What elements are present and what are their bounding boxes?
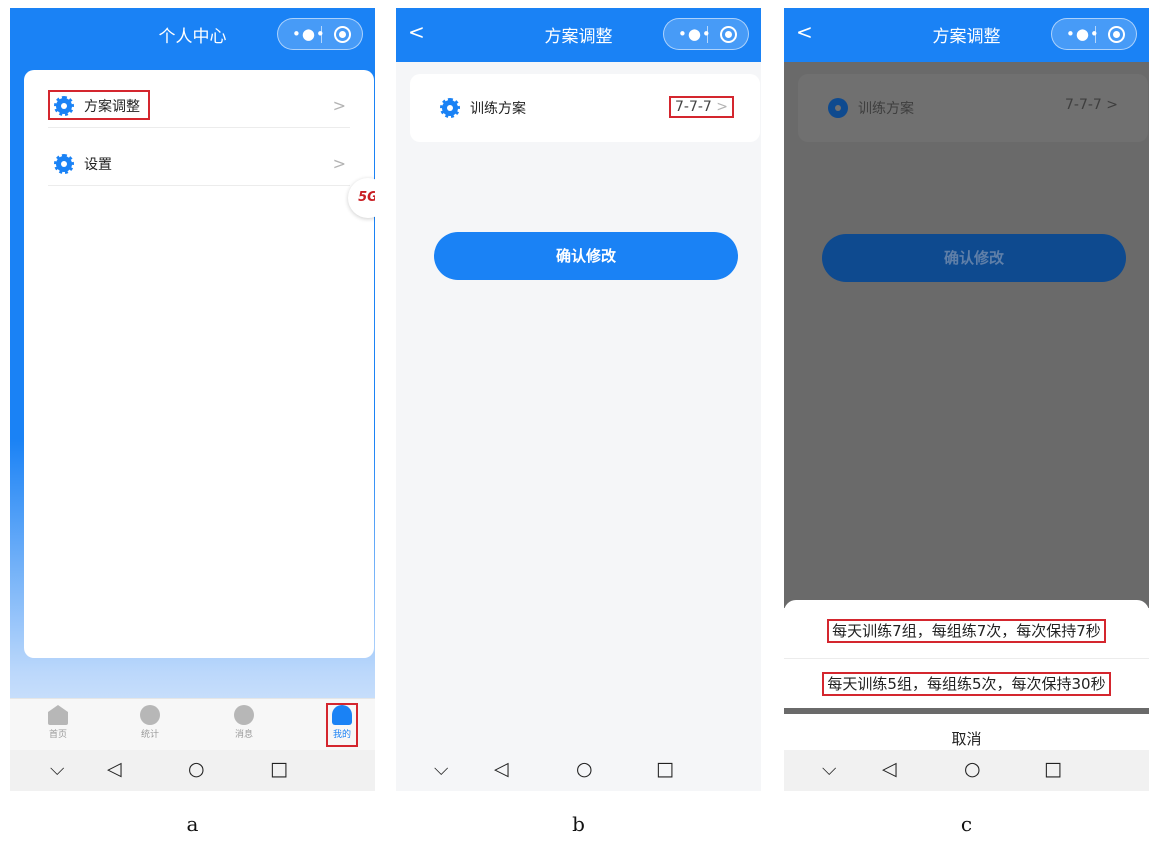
- tab-messages[interactable]: 消息: [222, 705, 266, 740]
- panel-c-plan-options: < 方案调整 •●• 训练方案 7-7-7 > 确认修改 每天训练7组，每组练7…: [784, 8, 1149, 791]
- system-nav-bar: ⌵ ◁ ○ □: [396, 750, 761, 791]
- recent-apps-icon[interactable]: □: [656, 758, 674, 780]
- panel-a-profile: 个人中心 •●• 方案调整 > 设置 > 5G 首页 统计: [10, 8, 375, 791]
- menu-item-settings[interactable]: 设置 >: [48, 128, 350, 186]
- confirm-button[interactable]: 确认修改: [434, 232, 738, 280]
- tab-me[interactable]: 我的: [320, 703, 364, 747]
- tab-label: 首页: [48, 730, 67, 740]
- dim-overlay[interactable]: 训练方案 7-7-7 > 确认修改: [784, 62, 1149, 608]
- tab-label: 消息: [234, 730, 253, 740]
- back-icon[interactable]: ◁: [882, 758, 897, 780]
- option-label: 每天训练5组，每组练5次，每次保持30秒: [822, 672, 1111, 696]
- caption-b: b: [572, 812, 585, 836]
- plan-value-text: 7-7-7: [1064, 97, 1102, 113]
- system-nav-bar: ⌵ ◁ ○ □: [10, 750, 375, 791]
- recent-apps-icon[interactable]: □: [1044, 758, 1062, 780]
- tab-bar: 首页 统计 消息 我的: [10, 698, 375, 750]
- plan-row: 训练方案 7-7-7 >: [798, 74, 1148, 142]
- gear-icon: [54, 154, 74, 174]
- menu-card: 方案调整 > 设置 >: [24, 70, 374, 658]
- caption-a: a: [186, 812, 199, 836]
- gear-icon: [54, 96, 74, 116]
- plan-value[interactable]: 7-7-7 >: [668, 96, 734, 118]
- menu-item-plan-adjust[interactable]: 方案调整 >: [48, 70, 350, 128]
- plan-value: 7-7-7 >: [1061, 96, 1122, 114]
- plan-label: 训练方案: [470, 101, 526, 117]
- system-nav-bar: ⌵ ◁ ○ □: [784, 750, 1149, 791]
- target-icon[interactable]: [1108, 26, 1125, 43]
- tab-stats[interactable]: 统计: [128, 705, 172, 740]
- back-icon[interactable]: ◁: [107, 758, 122, 780]
- caption-c: c: [960, 812, 973, 836]
- option-7-7-7[interactable]: 每天训练7组，每组练7次，每次保持7秒: [784, 619, 1149, 643]
- capsule-menu[interactable]: •●•: [277, 18, 363, 50]
- top-bar: < 方案调整 •●•: [396, 8, 761, 62]
- option-5-5-30[interactable]: 每天训练5组，每组练5次，每次保持30秒: [784, 672, 1149, 696]
- gear-icon: [440, 98, 460, 118]
- plan-label: 训练方案: [858, 101, 914, 117]
- chevron-down-icon[interactable]: ⌵: [822, 758, 836, 780]
- action-sheet: 每天训练7组，每组练7次，每次保持7秒 每天训练5组，每组练5次，每次保持30秒…: [784, 600, 1149, 754]
- highlight-box: [326, 703, 358, 747]
- tab-home[interactable]: 首页: [36, 705, 80, 740]
- chevron-right-icon: >: [716, 99, 728, 115]
- capsule-divider: [1095, 26, 1096, 43]
- tab-label: 统计: [140, 730, 159, 740]
- capsule-divider: [321, 26, 322, 43]
- cancel-button[interactable]: 取消: [784, 728, 1149, 749]
- back-icon[interactable]: ◁: [494, 758, 509, 780]
- chevron-down-icon[interactable]: ⌵: [50, 758, 64, 780]
- recent-apps-icon[interactable]: □: [270, 758, 288, 780]
- home-circle-icon[interactable]: ○: [576, 758, 593, 780]
- message-icon: [234, 705, 254, 725]
- panel-b-plan-adjust: < 方案调整 •●• 训练方案 7-7-7 > 确认修改 ⌵ ◁ ○ □: [396, 8, 761, 791]
- home-circle-icon[interactable]: ○: [964, 758, 981, 780]
- capsule-menu[interactable]: •●•: [663, 18, 749, 50]
- menu-item-label: 方案调整: [84, 99, 140, 115]
- menu-item-label: 设置: [84, 157, 112, 173]
- divider: [784, 658, 1149, 659]
- home-icon: [48, 705, 68, 725]
- target-icon[interactable]: [720, 26, 737, 43]
- capsule-menu[interactable]: •●•: [1051, 18, 1137, 50]
- chevron-right-icon: >: [332, 154, 346, 173]
- pie-chart-icon: [140, 705, 160, 725]
- target-icon[interactable]: [334, 26, 351, 43]
- chevron-right-icon: >: [1106, 97, 1118, 113]
- gear-icon: [828, 98, 848, 118]
- top-bar: < 方案调整 •●•: [784, 8, 1149, 62]
- sheet-separator: [784, 708, 1149, 714]
- chevron-down-icon[interactable]: ⌵: [434, 758, 448, 780]
- home-circle-icon[interactable]: ○: [188, 758, 205, 780]
- confirm-button: 确认修改: [822, 234, 1126, 282]
- top-bar: 个人中心 •●•: [10, 8, 375, 62]
- plan-row[interactable]: 训练方案 7-7-7 >: [410, 74, 760, 142]
- capsule-divider: [707, 26, 708, 43]
- chevron-right-icon: >: [332, 96, 346, 115]
- option-label: 每天训练7组，每组练7次，每次保持7秒: [827, 619, 1106, 643]
- plan-value-text: 7-7-7: [674, 99, 712, 115]
